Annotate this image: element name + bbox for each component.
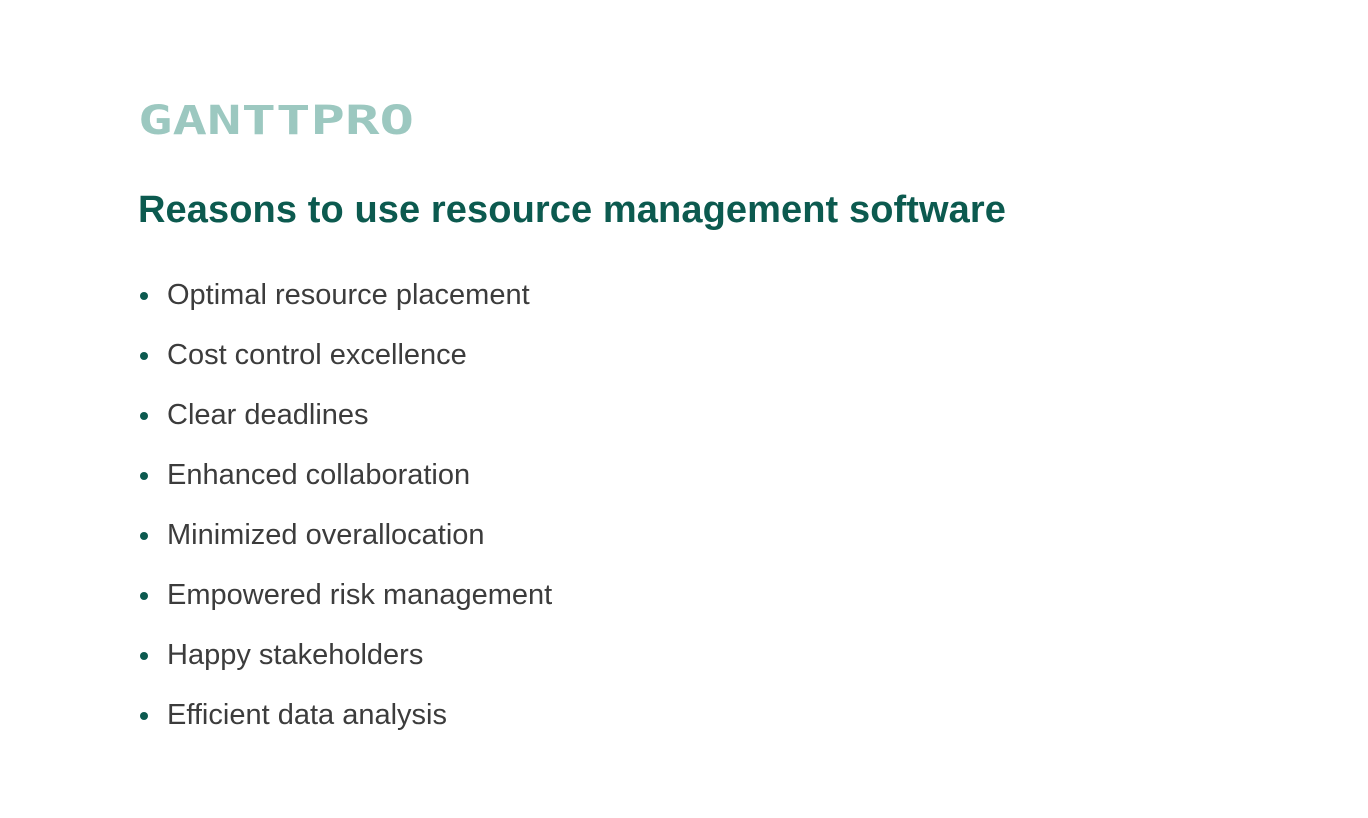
list-item: Optimal resource placement	[137, 275, 552, 335]
list-item: Efficient data analysis	[137, 695, 552, 755]
logo-text: GANTTPRO	[138, 98, 414, 140]
bullet-icon	[140, 352, 148, 360]
list-item-text: Cost control excellence	[167, 339, 467, 371]
list-item: Clear deadlines	[137, 395, 552, 455]
bullet-icon	[140, 712, 148, 720]
list-item-text: Empowered risk management	[167, 579, 553, 611]
ganttpro-logo: GANTTPRO	[137, 98, 417, 140]
logo-wordmark: GANTTPRO	[138, 98, 414, 140]
bullet-icon	[140, 412, 148, 420]
slide: GANTTPRO Reasons to use resource managem…	[0, 0, 1368, 818]
list-item-text: Optimal resource placement	[167, 279, 530, 311]
page-title: Reasons to use resource management softw…	[138, 189, 1007, 231]
bullet-icon	[140, 592, 148, 600]
bullet-icon	[140, 652, 148, 660]
list-item: Enhanced collaboration	[137, 455, 552, 515]
bullet-icon	[140, 472, 148, 480]
list-item-text: Enhanced collaboration	[167, 459, 471, 491]
list-item: Empowered risk management	[137, 575, 552, 635]
list-item-text: Happy stakeholders	[167, 639, 424, 671]
list-item: Cost control excellence	[137, 335, 552, 395]
list-item: Minimized overallocation	[137, 515, 552, 575]
reasons-list: Optimal resource placement Cost control e…	[137, 275, 552, 755]
bullet-icon	[140, 292, 148, 300]
list-item-text: Clear deadlines	[167, 399, 369, 431]
list-item-text: Minimized overallocation	[167, 519, 485, 551]
bullet-icon	[140, 532, 148, 540]
list-item-text: Efficient data analysis	[167, 699, 447, 731]
list-item: Happy stakeholders	[137, 635, 552, 695]
